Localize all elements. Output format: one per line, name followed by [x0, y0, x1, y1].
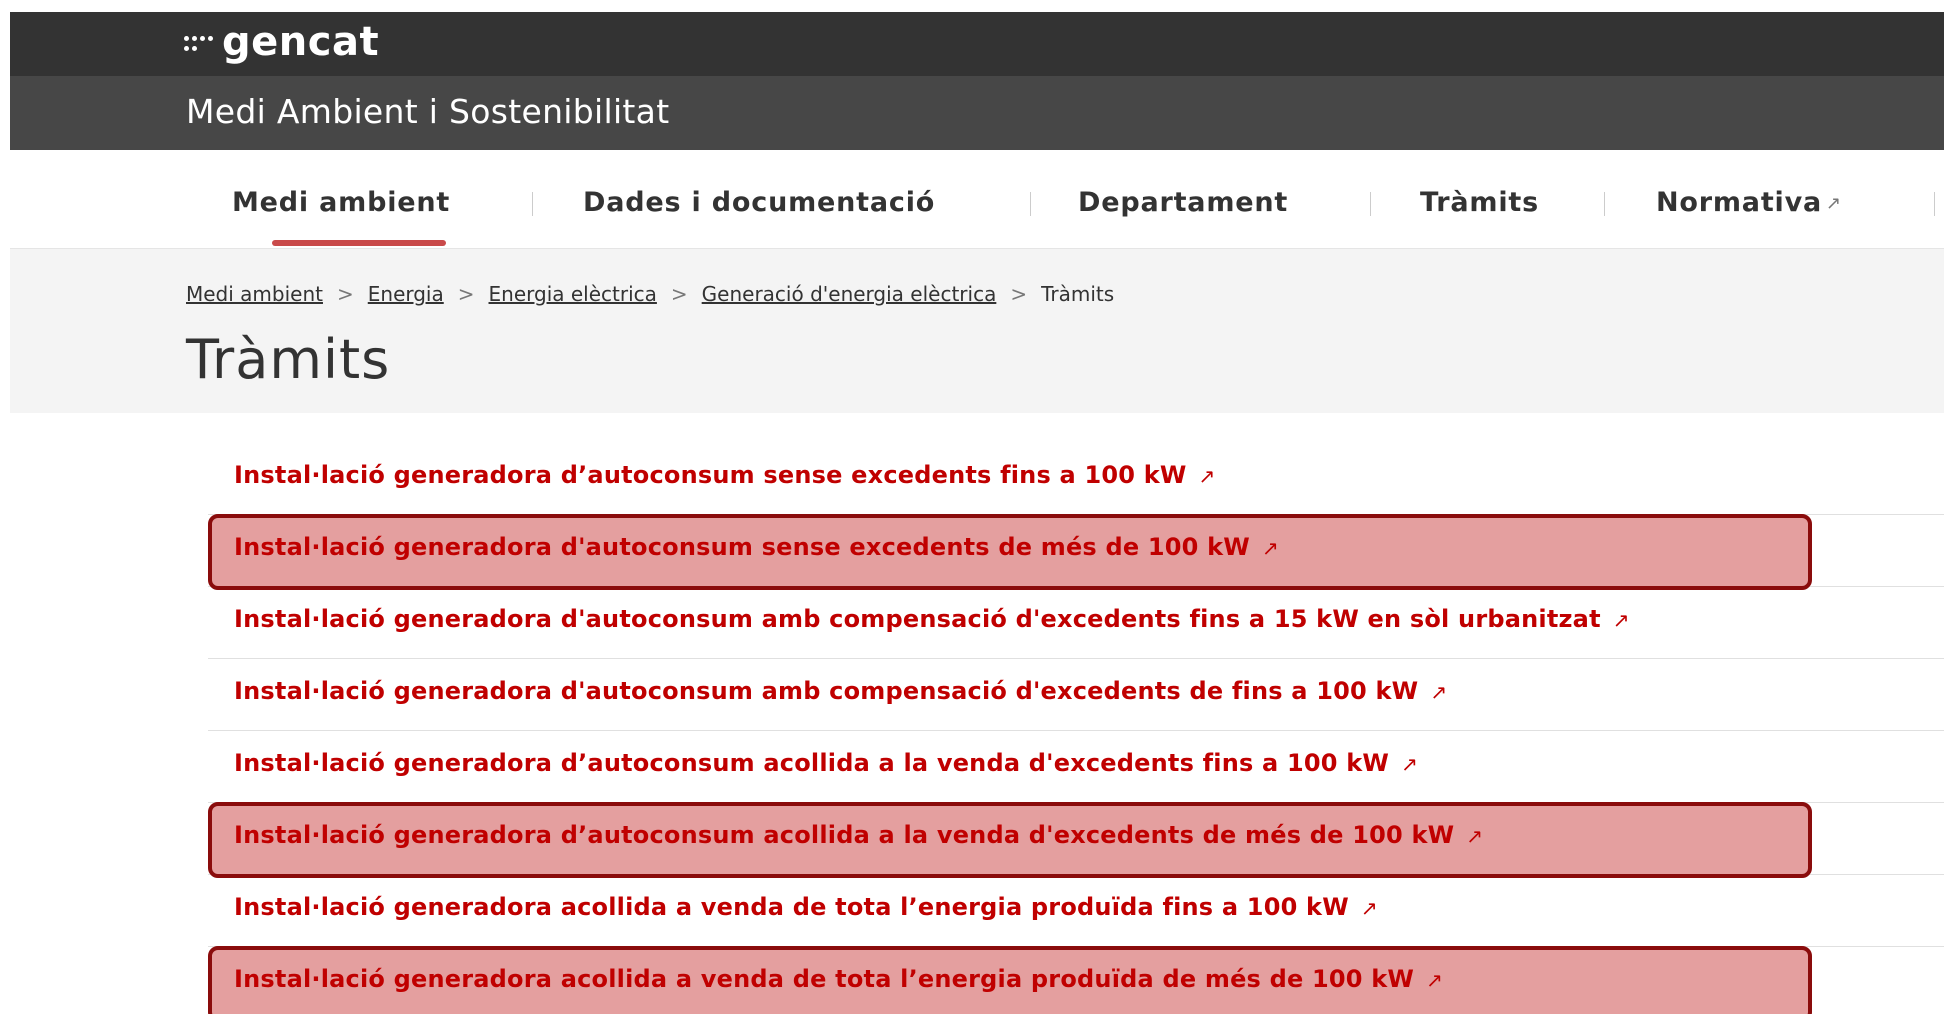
page-title: Tràmits	[186, 328, 391, 391]
breadcrumb-current: Tràmits	[1041, 282, 1115, 306]
list-item-highlighted: Instal·lació generadora d'autoconsum sen…	[208, 514, 1944, 590]
nav-separator	[1604, 192, 1605, 216]
procedure-link-label: Instal·lació generadora d’autoconsum aco…	[234, 821, 1455, 849]
top-bar: gencat	[10, 12, 1944, 76]
nav-item-normativa-label: Normativa	[1656, 187, 1822, 218]
external-link-icon: ↗	[1466, 824, 1484, 848]
breadcrumb-link-medi-ambient[interactable]: Medi ambient	[186, 282, 323, 306]
breadcrumb-link-generacio[interactable]: Generació d'energia elèctrica	[702, 282, 997, 306]
procedure-link-label: Instal·lació generadora d'autoconsum sen…	[234, 533, 1250, 561]
list-item: Instal·lació generadora d’autoconsum sen…	[208, 443, 1944, 515]
nav-item-dades-documentacio[interactable]: Dades i documentació	[583, 186, 935, 220]
procedure-link-label: Instal·lació generadora d'autoconsum amb…	[234, 677, 1419, 705]
breadcrumb: Medi ambient > Energia > Energia elèctrica > G…	[186, 281, 1114, 307]
list-item: Instal·lació generadora d'autoconsum amb…	[208, 587, 1944, 659]
external-link-icon: ↗	[1826, 192, 1842, 214]
external-link-icon: ↗	[1261, 536, 1279, 560]
nav-item-departament[interactable]: Departament	[1078, 186, 1288, 220]
breadcrumb-link-energia[interactable]: Energia	[368, 282, 444, 306]
procedure-link[interactable]: Instal·lació generadora d'autoconsum amb…	[234, 603, 1630, 636]
list-item: Instal·lació generadora d'autoconsum amb…	[208, 659, 1944, 731]
nav-item-medi-ambient[interactable]: Medi ambient	[232, 186, 450, 220]
external-link-icon: ↗	[1612, 608, 1630, 632]
procedure-link-label: Instal·lació generadora d'autoconsum amb…	[234, 605, 1601, 633]
external-link-icon: ↗	[1430, 680, 1448, 704]
procedure-link[interactable]: Instal·lació generadora d’autoconsum sen…	[234, 459, 1216, 492]
procedure-link[interactable]: Instal·lació generadora acollida a venda…	[234, 963, 1443, 996]
gencat-logo-mark-icon	[184, 34, 214, 54]
procedure-link[interactable]: Instal·lació generadora acollida a venda…	[234, 891, 1378, 924]
breadcrumb-link-energia-electrica[interactable]: Energia elèctrica	[489, 282, 657, 306]
procedures-list: Instal·lació generadora d’autoconsum sen…	[208, 443, 1944, 1014]
breadcrumb-separator: >	[457, 282, 475, 306]
page-header: Medi ambient > Energia > Energia elèctrica > G…	[10, 249, 1944, 413]
nav-separator	[1934, 192, 1935, 216]
procedure-link-label: Instal·lació generadora acollida a venda…	[234, 965, 1415, 993]
list-item: Instal·lació generadora d’autoconsum aco…	[208, 731, 1944, 803]
department-title[interactable]: Medi Ambient i Sostenibilitat	[186, 92, 669, 132]
breadcrumb-separator: >	[670, 282, 688, 306]
browser-viewport: gencat Medi Ambient i Sostenibilitat Med…	[10, 12, 1944, 1014]
procedure-link[interactable]: Instal·lació generadora d'autoconsum amb…	[234, 675, 1447, 708]
list-item-highlighted: Instal·lació generadora acollida a venda…	[208, 946, 1944, 1014]
external-link-icon: ↗	[1401, 752, 1419, 776]
nav-item-normativa[interactable]: Normativa ↗	[1656, 186, 1842, 221]
procedure-link[interactable]: Instal·lació generadora d’autoconsum aco…	[234, 747, 1418, 780]
procedure-link-label: Instal·lació generadora acollida a venda…	[234, 893, 1349, 921]
main-navigation: Medi ambient Dades i documentació Depart…	[10, 150, 1944, 249]
breadcrumb-separator: >	[336, 282, 354, 306]
nav-separator	[532, 192, 533, 216]
external-link-icon: ↗	[1198, 464, 1216, 488]
logo-text: gencat	[222, 19, 380, 65]
external-link-icon: ↗	[1426, 968, 1444, 992]
active-nav-indicator	[272, 240, 446, 246]
procedure-link[interactable]: Instal·lació generadora d'autoconsum sen…	[234, 531, 1279, 564]
procedure-link-label: Instal·lació generadora d’autoconsum aco…	[234, 749, 1390, 777]
list-item-highlighted: Instal·lació generadora d’autoconsum aco…	[208, 802, 1944, 878]
nav-item-tramits[interactable]: Tràmits	[1420, 186, 1539, 220]
nav-separator	[1370, 192, 1371, 216]
department-bar: Medi Ambient i Sostenibilitat	[10, 76, 1944, 150]
breadcrumb-separator: >	[1010, 282, 1028, 306]
nav-separator	[1030, 192, 1031, 216]
procedure-link[interactable]: Instal·lació generadora d’autoconsum aco…	[234, 819, 1483, 852]
external-link-icon: ↗	[1360, 896, 1378, 920]
procedure-link-label: Instal·lació generadora d’autoconsum sen…	[234, 461, 1187, 489]
list-item: Instal·lació generadora acollida a venda…	[208, 875, 1944, 947]
gencat-logo[interactable]: gencat	[184, 18, 379, 66]
